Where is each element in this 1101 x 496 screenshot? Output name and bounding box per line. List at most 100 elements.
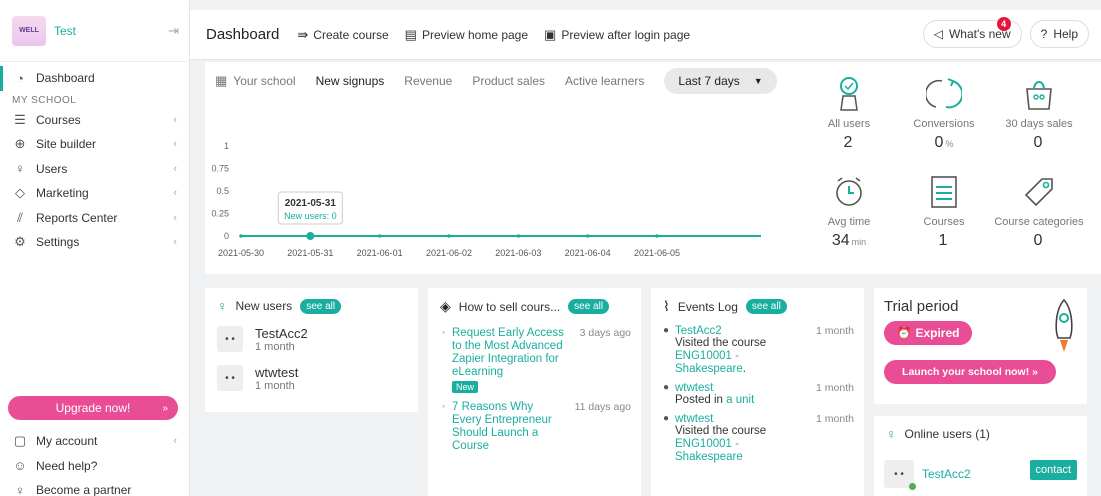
stat-number: 0 xyxy=(934,134,944,151)
avatar: • • xyxy=(217,365,243,391)
preview-after-login-button[interactable]: ▣ Preview after login page xyxy=(544,27,690,43)
stat-all-users[interactable]: All users 2 xyxy=(797,72,901,152)
see-all-button[interactable]: see all xyxy=(568,299,610,314)
tab-revenue[interactable]: Revenue xyxy=(404,74,452,88)
stat-label: All users xyxy=(827,118,871,130)
sidebar-item-users[interactable]: ♀ Users ‹ xyxy=(0,157,189,182)
list-item[interactable]: ◦ Request Early Access to the Most Advan… xyxy=(428,321,641,395)
see-all-button[interactable]: see all xyxy=(300,298,342,314)
sidebar-item-need-help[interactable]: ☺ Need help? xyxy=(0,454,189,479)
stat-courses[interactable]: Courses 1 xyxy=(892,170,996,250)
sidebar-item-site-builder[interactable]: ⊕ Site builder ‹ xyxy=(0,132,189,157)
rocket-icon xyxy=(1055,298,1073,352)
section-label: MY SCHOOL xyxy=(12,94,77,106)
list-item: ● TestAcc2 Visited the course ENG10001 -… xyxy=(651,321,864,378)
help-button[interactable]: ? Help xyxy=(1029,20,1089,48)
account-icon: ▢ xyxy=(13,433,27,449)
event-time: 1 month xyxy=(816,325,854,337)
period-value: Last 7 days xyxy=(678,74,740,88)
tag-stat-icon xyxy=(987,170,1091,214)
period-select[interactable]: Last 7 days ▼ xyxy=(664,68,777,94)
sidebar-item-my-account[interactable]: ▢ My account ‹ xyxy=(0,429,189,454)
sidebar-item-reports-center[interactable]: ⫽ Reports Center ‹ xyxy=(0,206,189,231)
sidebar-item-marketing[interactable]: ◇ Marketing ‹ xyxy=(0,181,189,206)
sidebar-item-label: My account xyxy=(36,434,98,449)
event-action: Posted in xyxy=(675,394,723,406)
sidebar-item-label: Dashboard xyxy=(36,71,95,86)
data-point xyxy=(655,234,659,238)
stat-value: 0% xyxy=(892,134,996,152)
card-title: Online users (1) xyxy=(904,427,990,441)
exit-icon[interactable]: ⇥ xyxy=(168,23,179,39)
avatar: • • xyxy=(217,326,243,352)
event-link[interactable]: ENG10001 - Shakespeare xyxy=(675,350,743,375)
tab-your-school[interactable]: ▦ Your school xyxy=(215,73,296,89)
stat-30-days-sales[interactable]: 30 days sales 0 xyxy=(987,72,1091,152)
caret-down-icon: ▼ xyxy=(753,76,763,86)
stat-course-categories[interactable]: Course categories 0 xyxy=(987,170,1091,250)
preview-home-label: Preview home page xyxy=(421,27,529,42)
create-course-label: Create course xyxy=(313,27,389,42)
location-pin-icon: ● xyxy=(663,325,670,336)
calendar-icon: ▦ xyxy=(215,73,228,88)
chevron-left-icon: ‹ xyxy=(173,162,177,175)
post-title[interactable]: 7 Reasons Why Every Entrepreneur Should … xyxy=(452,401,564,453)
x-tick-label: 2021-06-01 xyxy=(357,248,403,258)
list-item[interactable]: ◦ 7 Reasons Why Every Entrepreneur Shoul… xyxy=(428,395,641,455)
stat-label: 30 days sales xyxy=(1005,118,1073,130)
courses-icon: ☰ xyxy=(14,111,26,127)
sidebar-header: WELL Test ⇥ xyxy=(0,0,189,62)
tab-label: Active learners xyxy=(565,74,645,88)
see-all-button[interactable]: see all xyxy=(745,299,787,314)
shopping-bag-icon xyxy=(987,72,1091,116)
page-title: Dashboard xyxy=(206,26,280,43)
stat-avg-time[interactable]: Avg time 34 min xyxy=(797,170,901,250)
x-tick-label: 2021-06-03 xyxy=(495,248,541,258)
list-item[interactable]: • • wtwtest 1 month xyxy=(205,359,418,398)
post-title[interactable]: Request Early Access to the Most Advance… xyxy=(452,327,564,379)
online-user-name[interactable]: TestAcc2 xyxy=(922,467,971,481)
card-title: How to sell cours... xyxy=(458,299,561,314)
contact-button[interactable]: contact xyxy=(1029,460,1077,480)
create-course-button[interactable]: ⇛ Create course xyxy=(297,27,388,43)
x-tick-label: 2021-05-31 xyxy=(287,248,333,258)
tab-new-signups[interactable]: New signups xyxy=(316,74,385,88)
help-label: Help xyxy=(1053,27,1078,41)
event-text: Visited the course ENG10001 - Shakespear… xyxy=(675,425,785,464)
tab-label: Product sales xyxy=(472,74,546,88)
upgrade-button[interactable]: Upgrade now! » xyxy=(8,396,178,420)
stats-card: All users 2 Conversions 0% 30 days sales… xyxy=(787,62,1101,274)
preview-home-button[interactable]: ▤ Preview home page xyxy=(405,27,528,43)
sidebar-item-courses[interactable]: ☰ Courses ‹ xyxy=(0,108,189,133)
list-item: ● wtwtest Visited the course ENG10001 - … xyxy=(651,409,864,466)
tab-product-sales[interactable]: Product sales xyxy=(472,74,545,88)
tab-active-learners[interactable]: Active learners xyxy=(565,74,644,88)
location-pin-icon: ● xyxy=(663,413,670,424)
preview-login-icon: ▣ xyxy=(544,26,557,42)
sidebar-item-become-partner[interactable]: ♀ Become a partner xyxy=(0,478,189,496)
post-time: 3 days ago xyxy=(579,327,631,339)
stat-value: 1 xyxy=(892,232,996,250)
sidebar-item-dashboard[interactable]: ◔ Dashboard xyxy=(0,66,189,91)
stat-conversions[interactable]: Conversions 0% xyxy=(892,72,996,152)
list-item[interactable]: • • TestAcc2 xyxy=(884,460,971,490)
list-item[interactable]: • • TestAcc2 1 month xyxy=(205,320,418,359)
stat-number: 1 xyxy=(938,232,948,249)
stat-value: 2 xyxy=(797,134,901,152)
signups-chart-card: ▦ Your school New signups Revenue Produc… xyxy=(205,62,787,274)
stat-number: 0 xyxy=(1033,134,1043,151)
whats-new-button[interactable]: ◁ What's new 4 xyxy=(922,17,1022,48)
expired-label: Expired xyxy=(915,326,960,340)
stat-number: 0 xyxy=(1033,232,1043,249)
sidebar-item-label: Reports Center xyxy=(36,210,118,225)
school-logo[interactable]: WELL xyxy=(12,15,46,46)
event-action: Visited the course xyxy=(675,337,767,349)
sidebar-item-settings[interactable]: ⚙ Settings ‹ xyxy=(0,230,189,255)
stat-label: Conversions xyxy=(913,118,975,130)
help-chat-icon: ☺ xyxy=(13,458,27,474)
event-link[interactable]: ENG10001 - Shakespeare xyxy=(675,438,743,463)
card-header: ⌇ Events Log see all xyxy=(651,288,864,321)
school-name[interactable]: Test xyxy=(54,24,168,38)
event-link[interactable]: a unit xyxy=(726,394,754,406)
launch-school-button[interactable]: Launch your school now! » xyxy=(884,360,1056,384)
